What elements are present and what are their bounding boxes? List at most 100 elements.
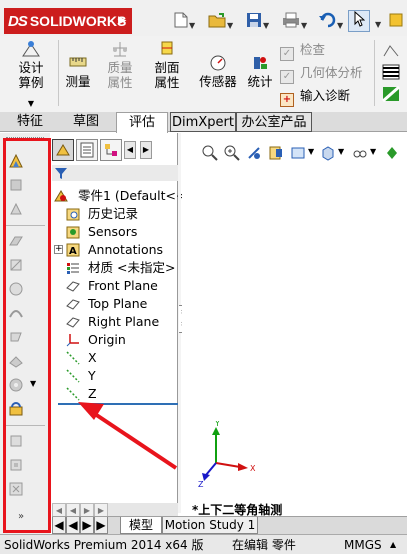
geometry-analysis-label: 几何体分析 (300, 65, 363, 80)
view-orientation-icon[interactable] (320, 145, 336, 161)
tree-item-label: 历史记录 (88, 206, 139, 221)
section-properties-button[interactable]: 剖面属性 (146, 40, 188, 90)
sensor-label: 传感器 (199, 74, 237, 89)
svg-text:Z: Z (198, 480, 204, 487)
feature-filter-bar[interactable] (52, 165, 178, 181)
material-icon (67, 263, 79, 274)
design-study-icon (22, 41, 40, 57)
ribbon-divider (58, 40, 59, 106)
display-style-icon[interactable] (352, 145, 368, 161)
coordinate-triad-icon: Y X Z (198, 421, 256, 487)
tab-model[interactable]: 模型 (120, 517, 162, 534)
core-icon[interactable] (8, 401, 24, 417)
graphics-area[interactable]: ▼ ▼ ▼ Y X Z *上下二等角轴测 (182, 133, 407, 517)
tab-features[interactable]: 特征 (4, 112, 56, 132)
filter-icon[interactable] (54, 166, 68, 180)
configuration-manager-tab-icon[interactable] (100, 139, 122, 161)
svg-text:X: X (250, 464, 256, 473)
zoom-to-area-icon[interactable] (224, 145, 240, 161)
statistics-button[interactable]: 统计 (244, 54, 276, 89)
axis-icon (66, 387, 80, 401)
scroll-next-icon[interactable]: ▶ (80, 517, 94, 534)
deviation-analysis-icon[interactable] (380, 42, 402, 61)
measure-button[interactable]: 测量 (62, 54, 94, 89)
tab-sketch[interactable]: 草图 (60, 112, 112, 132)
tab-evaluate[interactable]: 评估 (116, 112, 168, 133)
geometry-analysis-button[interactable]: ✓ 几何体分析 (280, 63, 363, 84)
plane-icon (66, 317, 80, 328)
thickness-analysis-icon[interactable] (8, 233, 24, 249)
expand-plus-icon[interactable]: + (54, 245, 63, 254)
logo-text: SOLIDWORKS (29, 13, 127, 29)
left-vertical-toolbar: ▼ » (0, 133, 50, 540)
origin-icon (66, 334, 79, 347)
save-icon[interactable]: ▼ (246, 12, 269, 30)
chevron-up-icon[interactable]: ▲ (390, 535, 396, 554)
mold-tools-icon[interactable] (8, 433, 24, 449)
tree-item-label: Sensors (88, 224, 138, 239)
check-button[interactable]: ✓ 检查 (280, 40, 325, 61)
feature-manager-panel: ◀ ▶ 零件1 (Default<<D 历史记录 Sensors + A Ann… (52, 133, 196, 540)
select-dropdown-icon[interactable]: ▼ (374, 14, 381, 32)
mass-properties-button[interactable]: 质量属性 (100, 40, 140, 90)
scroll-first-icon[interactable]: ◀ (52, 517, 66, 534)
symmetry-check-icon[interactable] (8, 281, 24, 297)
scale-icon[interactable] (8, 481, 24, 497)
curvature-icon[interactable] (380, 85, 402, 105)
property-manager-tab-icon[interactable] (76, 139, 98, 161)
print-icon[interactable]: ▼ (282, 12, 307, 30)
solidworks-logo-menu[interactable]: DS SOLIDWORKS ▶ (4, 8, 132, 34)
scroll-prev-icon[interactable]: ◀ (66, 517, 80, 534)
chevron-down-icon[interactable]: ▼ (308, 147, 314, 156)
hide-show-items-icon[interactable] (384, 145, 400, 161)
statistics-icon (254, 57, 267, 69)
status-units[interactable]: MMGS (344, 535, 382, 554)
tree-item-label: Y (88, 368, 96, 383)
dynamic-annotation-icon[interactable] (290, 145, 306, 161)
tab-dimxpert[interactable]: DimXpert (170, 112, 236, 132)
toolbar-grip[interactable] (6, 137, 44, 139)
chevron-down-icon[interactable]: ▼ (30, 379, 36, 388)
ribbon-divider (374, 40, 375, 106)
tooling-split-icon[interactable] (8, 353, 24, 369)
rollback-bar[interactable] (58, 403, 178, 405)
design-study-label: 设计算例 (18, 60, 44, 90)
surface-curvature-icon[interactable] (8, 305, 24, 321)
zebra-stripes-icon[interactable] (380, 64, 402, 83)
undo-icon[interactable]: ▼ (318, 12, 343, 30)
draft-analysis-icon[interactable] (8, 153, 24, 169)
section-view-icon[interactable] (268, 145, 284, 161)
sketch-tool-icon[interactable] (8, 257, 24, 273)
chevron-down-icon[interactable]: ▼ (338, 147, 344, 156)
open-folder-icon[interactable]: ▼ (208, 12, 233, 30)
zoom-to-fit-icon[interactable] (202, 145, 218, 161)
rebuild-icon[interactable] (388, 12, 404, 30)
parting-line-analysis-icon[interactable] (8, 201, 24, 217)
previous-view-icon[interactable] (246, 145, 262, 161)
new-document-icon[interactable]: ▼ (174, 12, 195, 30)
tabs-scroll-left-icon[interactable]: ◀ (124, 141, 136, 159)
import-diagnostics-button[interactable]: + 输入诊断 (280, 86, 350, 107)
feature-tree-tab-icon[interactable] (52, 139, 74, 161)
tab-motion-study[interactable]: Motion Study 1 (162, 517, 258, 534)
select-cursor-icon[interactable] (348, 10, 370, 32)
bottom-tabs-bar: ◀ ◀ ▶ ▶ 模型 Motion Study 1 (52, 516, 407, 534)
tab-office-products[interactable]: 办公室产品 (236, 112, 312, 132)
tree-item-label: Right Plane (88, 314, 160, 329)
face-icon[interactable] (8, 329, 24, 345)
tree-item-label: Z (88, 386, 97, 401)
scroll-last-icon[interactable]: ▶ (94, 517, 108, 534)
part-icon (54, 190, 68, 202)
chevron-down-icon[interactable]: ▼ (370, 147, 376, 156)
cavity-icon[interactable] (8, 457, 24, 473)
section-properties-label: 剖面属性 (154, 60, 180, 90)
chevron-expand-icon[interactable]: » (18, 511, 24, 522)
undercut-analysis-icon[interactable] (8, 177, 24, 193)
plane-icon (66, 299, 80, 310)
tabs-scroll-right-icon[interactable]: ▶ (140, 141, 152, 159)
section-properties-icon (161, 41, 173, 55)
design-study-button[interactable]: 设计算例 ▼ (6, 40, 56, 111)
svg-text:A: A (69, 246, 77, 257)
shut-off-surface-icon[interactable] (8, 377, 24, 393)
sensor-button[interactable]: 传感器 (196, 54, 240, 89)
